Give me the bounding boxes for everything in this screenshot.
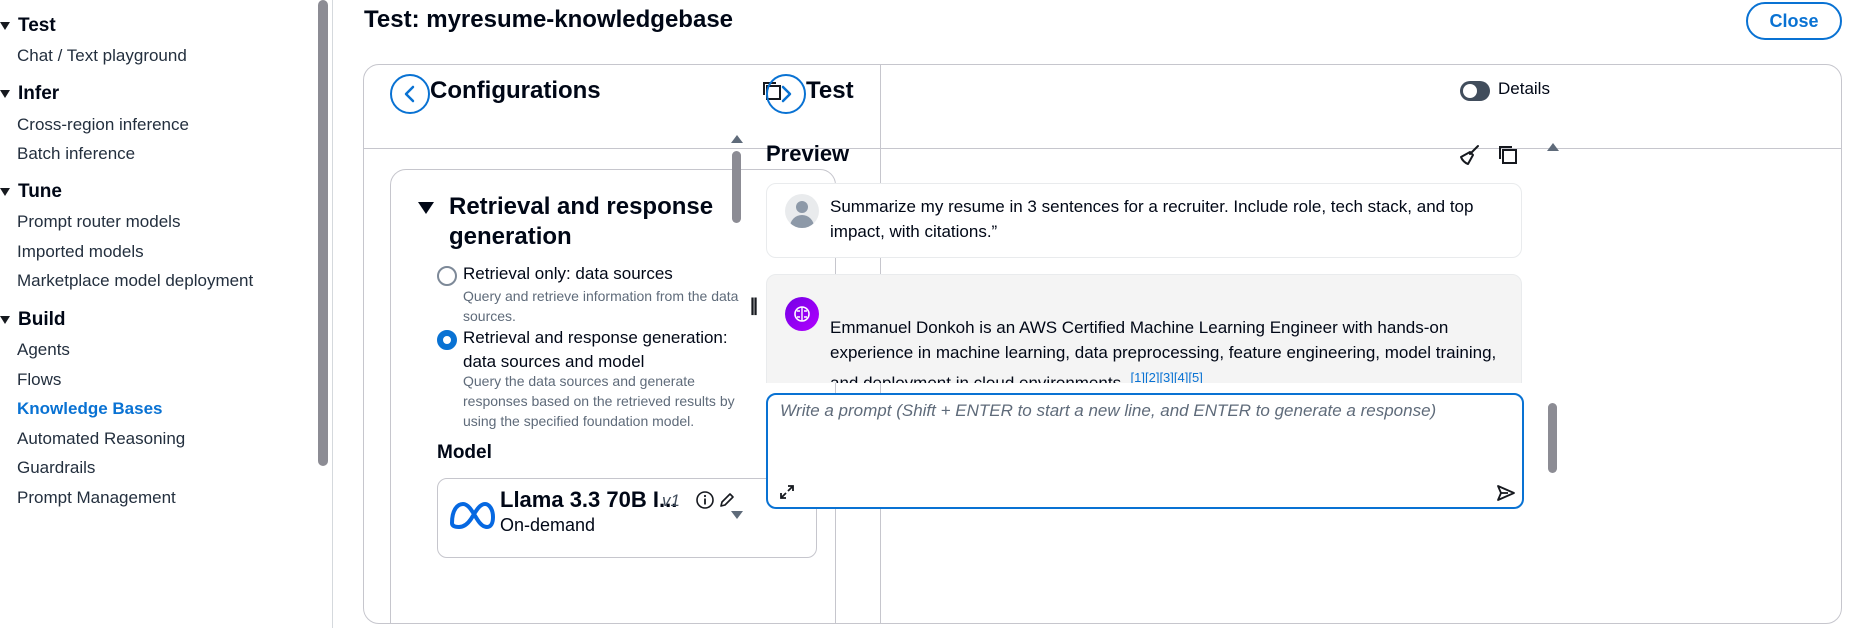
nav-item-prompt-management[interactable]: Prompt Management: [17, 488, 176, 508]
copy-preview-icon[interactable]: [1496, 143, 1520, 167]
model-version: v1: [662, 491, 680, 510]
model-label: Model: [437, 442, 492, 463]
chat-history: Summarize my resume in 3 sentences for a…: [766, 183, 1522, 383]
resize-handle[interactable]: ||: [750, 295, 758, 316]
config-scrollbar-thumb[interactable]: [732, 151, 741, 223]
option-label-retrieval-only[interactable]: Retrieval only: data sources: [463, 262, 793, 286]
option-desc-retrieval-only: Query and retrieve information from the …: [463, 288, 739, 324]
send-icon[interactable]: [1496, 483, 1516, 503]
citation-links[interactable]: [1][2][3][4][5]: [1131, 370, 1203, 383]
nav-section-title: Tune: [18, 181, 62, 202]
nav-item-knowledge-bases[interactable]: Knowledge Bases: [17, 399, 163, 419]
prompt-box: [766, 393, 1524, 509]
nav-section-build: Build: [0, 308, 66, 332]
config-scroll-up[interactable]: [731, 135, 743, 143]
broom-icon[interactable]: [1458, 143, 1482, 167]
preview-title: Preview: [766, 141, 850, 166]
nav-item-agents[interactable]: Agents: [17, 340, 70, 360]
user-message-text: Summarize my resume in 3 sentences for a…: [830, 197, 1474, 241]
bot-brain-icon: [785, 297, 819, 331]
nav-scrollbar[interactable]: [318, 0, 328, 466]
prompt-input[interactable]: [780, 401, 1500, 461]
details-toggle[interactable]: [1460, 81, 1490, 101]
caret-down-icon: [0, 316, 10, 324]
retrieval-section-title[interactable]: Retrieval and response generation: [449, 192, 759, 252]
nav-item-imported-models[interactable]: Imported models: [17, 242, 144, 262]
test-panel-title: Test: [806, 77, 854, 104]
bot-message-text: Emmanuel Donkoh is an AWS Certified Mach…: [830, 315, 1510, 383]
user-message: Summarize my resume in 3 sentences for a…: [766, 183, 1522, 258]
close-button[interactable]: Close: [1746, 2, 1842, 40]
nav-section-tune: Tune: [0, 180, 62, 204]
radio-retrieval-only[interactable]: [437, 266, 457, 286]
nav-item-guardrails[interactable]: Guardrails: [17, 458, 95, 478]
option-desc-retrieval-and-generation: Query the data sources and generate resp…: [463, 373, 735, 429]
meta-logo-icon: [449, 501, 496, 530]
nav-section-header-infer[interactable]: Infer: [0, 82, 59, 106]
nav-section-header-test[interactable]: Test: [0, 14, 56, 38]
back-chevron-icon: [404, 85, 415, 103]
pencil-icon[interactable]: [718, 491, 736, 509]
nav-item-chat-playground[interactable]: Chat / Text playground: [17, 46, 187, 66]
user-avatar-icon: [785, 194, 819, 228]
nav-section-title: Test: [18, 15, 56, 36]
nav-section-header-build[interactable]: Build: [0, 308, 66, 332]
expand-caret-icon[interactable]: [418, 202, 434, 214]
expand-test-button[interactable]: [766, 74, 806, 114]
details-label: Details: [1498, 79, 1550, 98]
forward-chevron-icon: [781, 85, 792, 103]
model-selector[interactable]: Llama 3.3 70B I... v1 On-demand: [437, 478, 817, 558]
config-panel-title: Configurations: [430, 77, 601, 104]
nav-item-flows[interactable]: Flows: [17, 370, 61, 390]
caret-down-icon: [0, 188, 10, 196]
header-divider: [364, 148, 1841, 149]
nav-section-test: Test: [0, 14, 56, 38]
nav-section-title: Infer: [18, 83, 60, 104]
caret-down-icon: [0, 90, 10, 98]
nav-item-marketplace-model-deployment[interactable]: Marketplace model deployment: [17, 271, 253, 291]
test-scroll-up[interactable]: [1547, 143, 1559, 151]
nav-item-automated-reasoning[interactable]: Automated Reasoning: [17, 429, 185, 449]
bot-message: Emmanuel Donkoh is an AWS Certified Mach…: [766, 274, 1522, 383]
nav-section-header-tune[interactable]: Tune: [0, 180, 62, 204]
radio-retrieval-and-generation[interactable]: [437, 330, 457, 350]
side-navigation: Test Chat / Text playground Infer Cross-…: [0, 0, 330, 628]
test-knowledge-base-container: Configurations Retrieval and response ge…: [363, 64, 1842, 624]
nav-section-title: Build: [18, 309, 66, 330]
nav-divider: [332, 0, 333, 628]
info-icon[interactable]: [696, 491, 714, 509]
nav-section-infer: Infer: [0, 82, 59, 106]
test-scrollbar-thumb[interactable]: [1548, 403, 1557, 473]
page-title: Test: myresume-knowledgebase: [364, 6, 734, 33]
model-mode: On-demand: [500, 515, 596, 535]
nav-item-cross-region-inference[interactable]: Cross-region inference: [17, 115, 189, 135]
caret-down-icon: [0, 22, 10, 30]
expand-icon[interactable]: [778, 483, 796, 501]
collapse-config-button[interactable]: [390, 74, 430, 114]
nav-item-prompt-router-models[interactable]: Prompt router models: [17, 212, 180, 232]
config-scroll-down[interactable]: [731, 511, 743, 519]
option-label-retrieval-and-generation[interactable]: Retrieval and response generation: data …: [463, 326, 763, 374]
nav-item-batch-inference[interactable]: Batch inference: [17, 144, 135, 164]
model-name: Llama 3.3 70B I...: [500, 487, 678, 512]
